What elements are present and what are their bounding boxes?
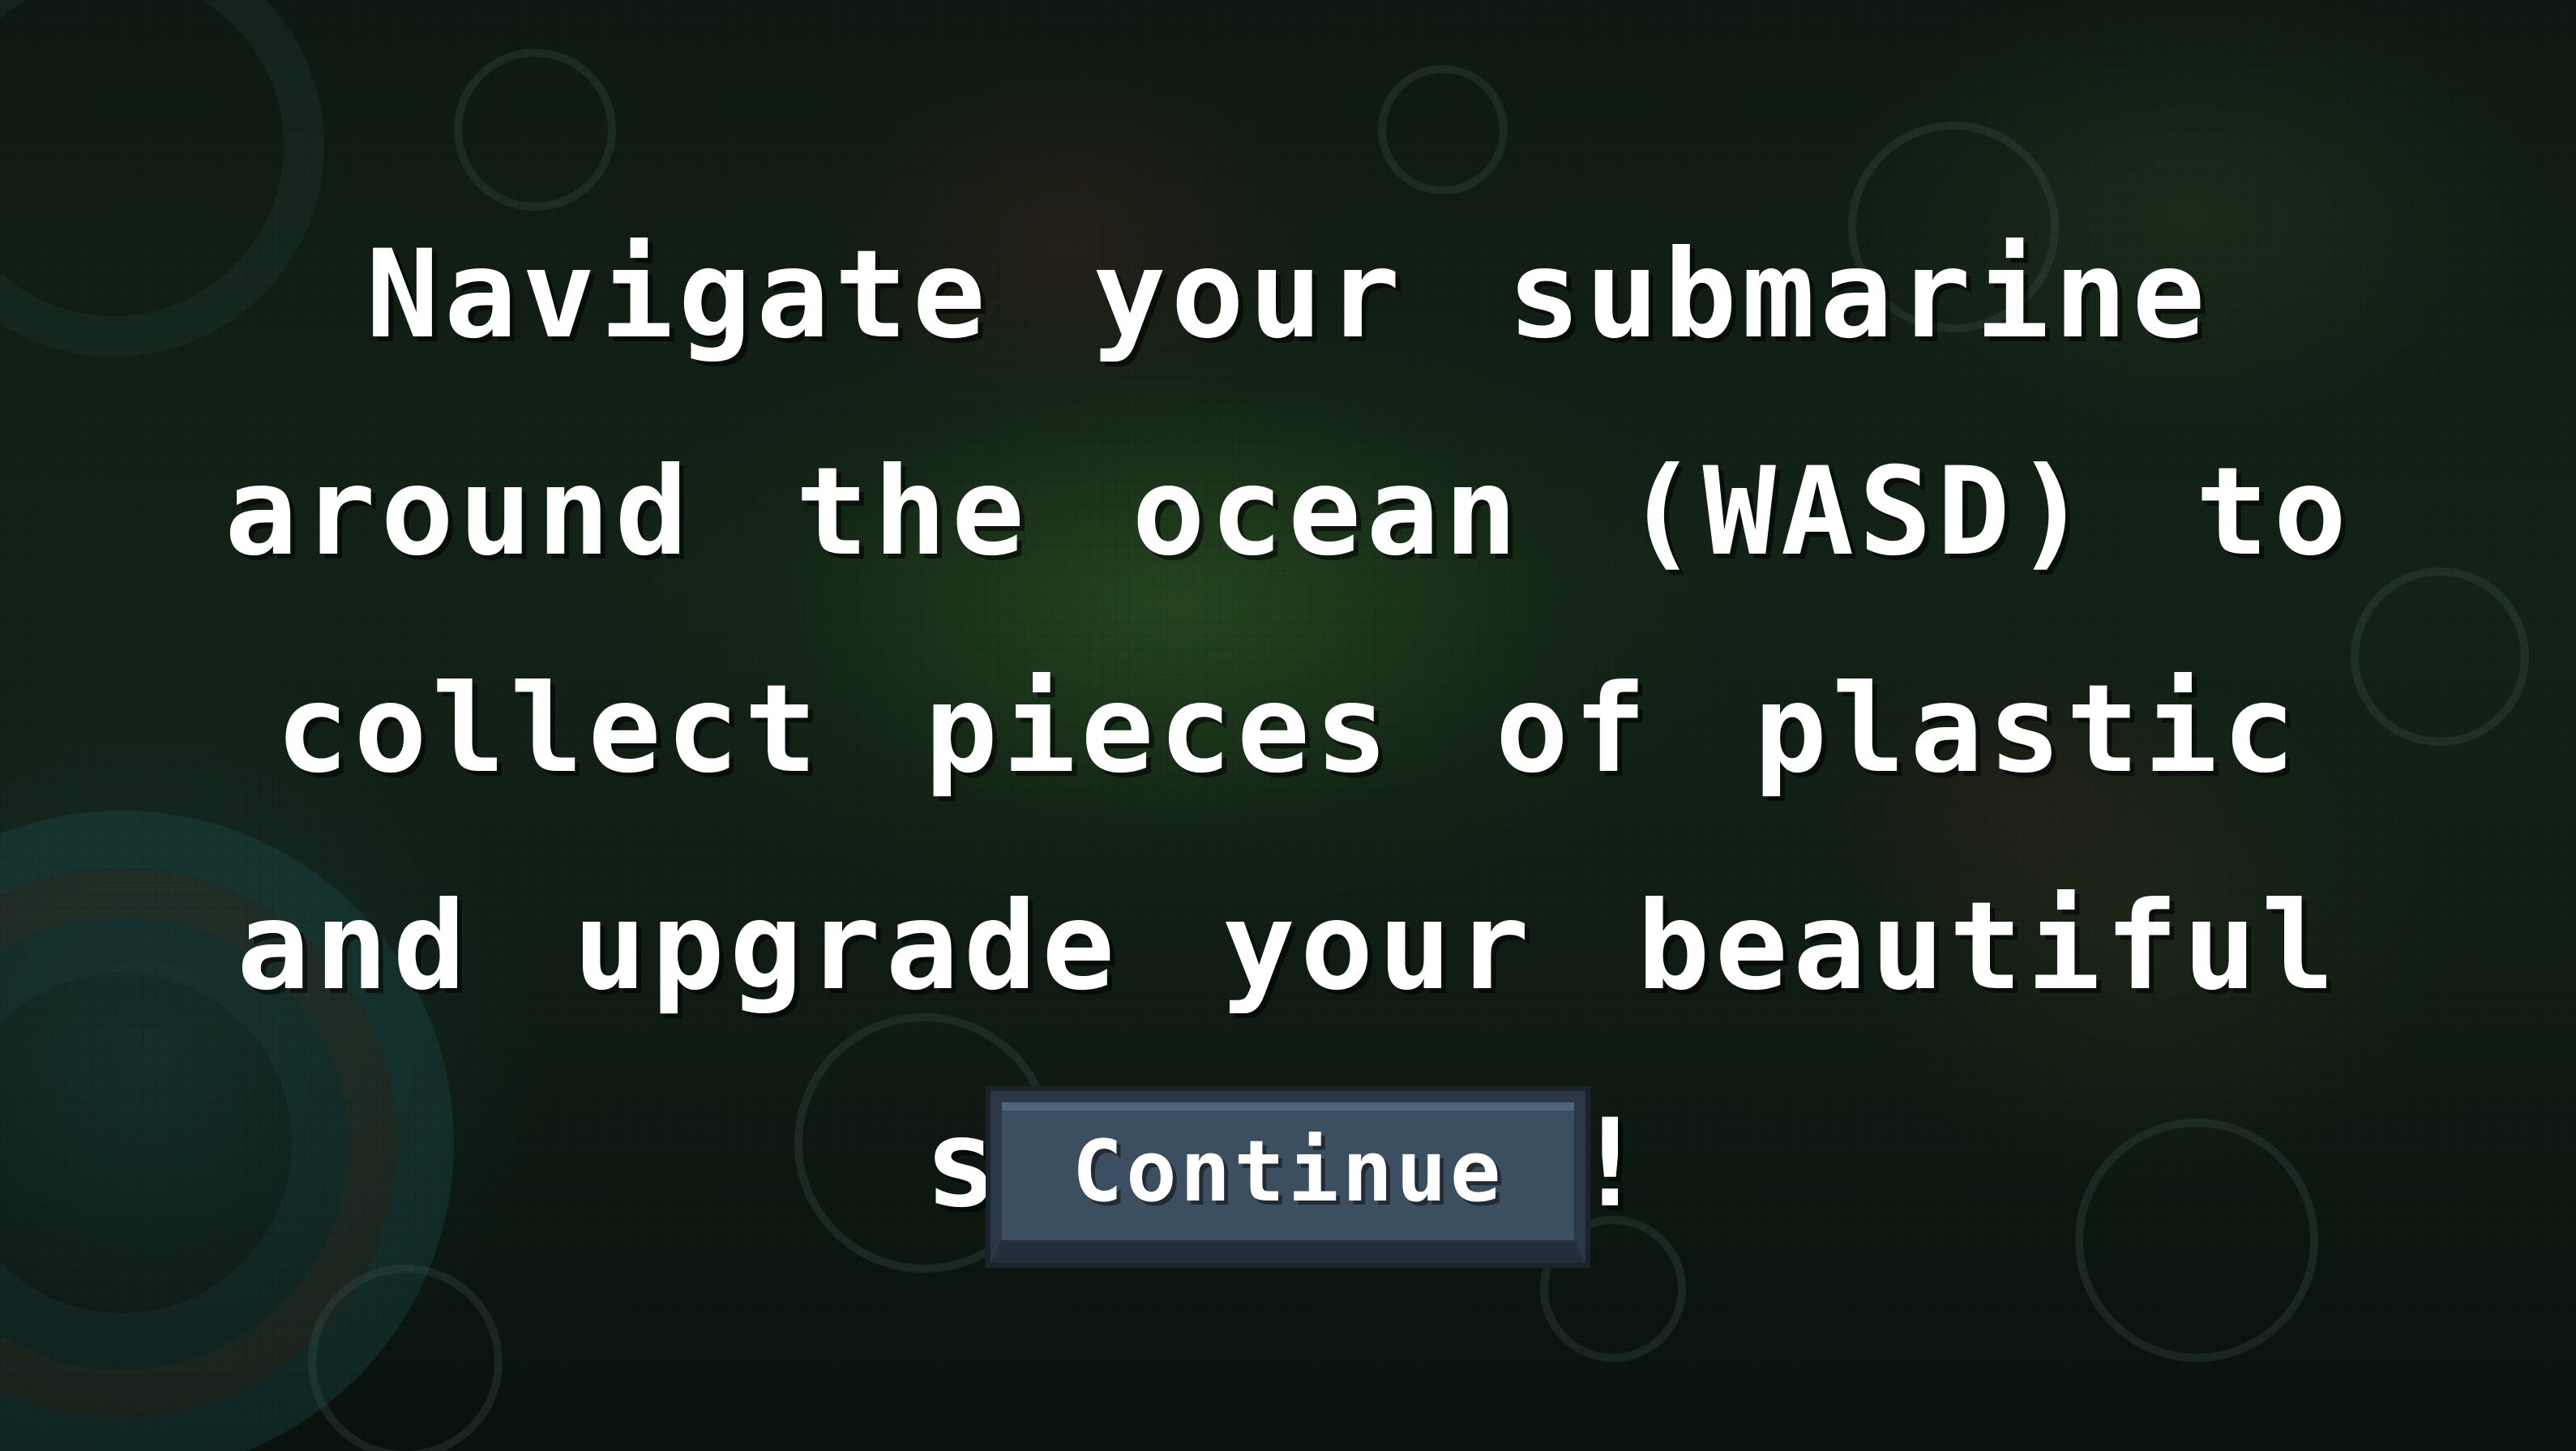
- continue-button[interactable]: Continue: [991, 1091, 1585, 1263]
- continue-button-label: Continue: [1072, 1122, 1504, 1221]
- game-screen: Navigate your submarine around the ocean…: [0, 0, 2576, 1451]
